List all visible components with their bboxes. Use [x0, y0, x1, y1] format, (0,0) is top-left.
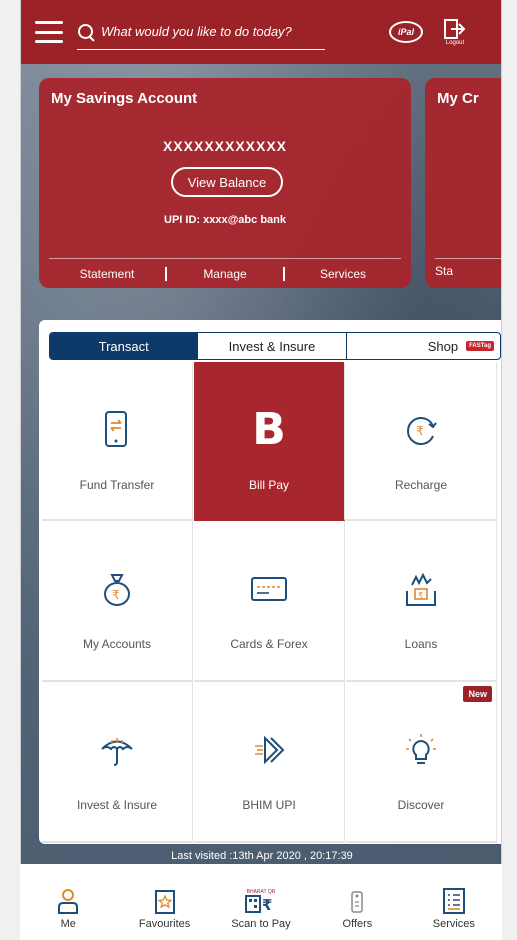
tile-label: BHIM UPI — [242, 798, 296, 812]
services-list-icon — [442, 888, 465, 914]
tile-label: Fund Transfer — [79, 478, 155, 492]
statement-link[interactable]: Statement — [49, 267, 165, 281]
tile-my-accounts[interactable]: ₹ My Accounts — [42, 521, 193, 682]
nav-label: Scan to Pay — [231, 918, 291, 930]
search-icon — [77, 23, 95, 41]
phone-screen: iPal Logout My Savings Account XXXXXXXXX… — [20, 0, 502, 940]
transact-panel: Transact Invest & Insure Shop FASTag Fun… — [39, 320, 501, 844]
nav-services[interactable]: Services — [406, 864, 502, 940]
new-badge: New — [463, 686, 492, 702]
manage-link[interactable]: Manage — [167, 267, 283, 281]
umbrella-icon — [99, 732, 135, 768]
tile-loans[interactable]: ₹ Loans — [346, 521, 497, 682]
svg-text:₹: ₹ — [262, 896, 272, 913]
logout-button[interactable]: Logout — [441, 18, 469, 46]
account-links: Statement Manage Services — [49, 264, 401, 284]
search-input[interactable] — [101, 24, 311, 39]
ipal-chatbot-icon[interactable]: iPal — [389, 21, 423, 43]
person-icon — [57, 888, 79, 914]
fastag-badge: FASTag — [466, 341, 494, 351]
search-bar[interactable] — [77, 14, 325, 50]
credit-card-peek[interactable]: My Cr Sta — [425, 78, 501, 288]
tile-discover[interactable]: New Discover — [346, 682, 497, 843]
tab-label: Transact — [98, 338, 149, 354]
nav-me[interactable]: Me — [20, 864, 116, 940]
peek-title: My Cr — [437, 90, 479, 107]
scan-pay-icon: BHARAT QR ₹ — [245, 888, 277, 914]
tile-label: Cards & Forex — [230, 637, 308, 651]
account-title: My Savings Account — [51, 90, 198, 107]
tile-label: Discover — [397, 798, 445, 812]
tile-label: Loans — [404, 637, 438, 651]
tab-label: Invest & Insure — [228, 338, 316, 354]
star-bookmark-icon — [154, 888, 175, 914]
savings-account-card[interactable]: My Savings Account XXXXXXXXXXXX View Bal… — [39, 78, 411, 288]
panel-tabs: Transact Invest & Insure Shop FASTag — [49, 332, 501, 360]
lightbulb-icon — [403, 732, 439, 768]
tile-label: My Accounts — [82, 637, 152, 651]
logout-label: Logout — [445, 39, 465, 46]
offers-tag-icon — [350, 888, 364, 914]
nav-favourites[interactable]: Favourites — [116, 864, 212, 940]
nav-scan-to-pay[interactable]: BHARAT QR ₹ Scan to Pay — [213, 864, 309, 940]
last-visited: Last visited :13th Apr 2020 , 20:17:39 — [171, 850, 353, 862]
tile-bill-pay[interactable]: B Bill Pay — [194, 362, 345, 521]
tile-invest-insure[interactable]: Invest & Insure — [42, 682, 193, 843]
card-icon — [251, 571, 287, 607]
loans-icon: ₹ — [403, 571, 439, 607]
nav-label: Services — [432, 918, 475, 930]
account-number: XXXXXXXXXXXX — [162, 138, 288, 154]
money-bag-icon: ₹ — [99, 571, 135, 607]
divider — [435, 258, 501, 259]
bill-pay-glyph: B — [252, 404, 286, 455]
tile-label: Invest & Insure — [76, 798, 158, 812]
svg-text:₹: ₹ — [112, 588, 120, 602]
nav-offers[interactable]: Offers — [309, 864, 405, 940]
menu-icon[interactable] — [35, 21, 63, 43]
nav-label: Favourites — [138, 918, 191, 930]
tile-cards-forex[interactable]: Cards & Forex — [194, 521, 345, 682]
tab-label: Shop — [427, 338, 459, 354]
bhim-upi-icon — [251, 732, 287, 768]
tab-invest-insure[interactable]: Invest & Insure — [197, 333, 345, 359]
tile-label: Recharge — [394, 478, 448, 492]
view-balance-button[interactable]: View Balance — [171, 167, 283, 197]
bottom-nav: Me Favourites BHARAT QR ₹ Scan to Pay Of… — [20, 864, 502, 940]
tile-label: Bill Pay — [248, 478, 289, 492]
nav-label: Offers — [342, 918, 373, 930]
tile-recharge[interactable]: ₹ Recharge — [346, 362, 497, 521]
peek-link[interactable]: Sta — [435, 264, 501, 278]
tab-shop[interactable]: Shop FASTag — [345, 333, 500, 359]
upi-id: UPI ID: xxxx@abc bank — [164, 214, 286, 226]
tile-fund-transfer[interactable]: Fund Transfer — [42, 362, 193, 521]
phone-transfer-icon — [99, 411, 135, 448]
services-grid: Fund Transfer B Bill Pay ₹ Recharge ₹ My… — [42, 362, 501, 843]
divider — [49, 258, 401, 259]
tab-transact[interactable]: Transact — [50, 333, 198, 359]
top-bar: iPal Logout — [21, 0, 501, 64]
svg-text:₹: ₹ — [416, 424, 424, 438]
logout-icon — [444, 18, 466, 39]
tile-bhim-upi[interactable]: BHIM UPI — [194, 682, 345, 843]
services-link[interactable]: Services — [285, 267, 401, 281]
svg-text:₹: ₹ — [418, 591, 423, 600]
nav-label: Me — [60, 918, 76, 930]
recharge-icon: ₹ — [403, 412, 439, 448]
bill-pay-b-icon: B — [251, 408, 287, 452]
